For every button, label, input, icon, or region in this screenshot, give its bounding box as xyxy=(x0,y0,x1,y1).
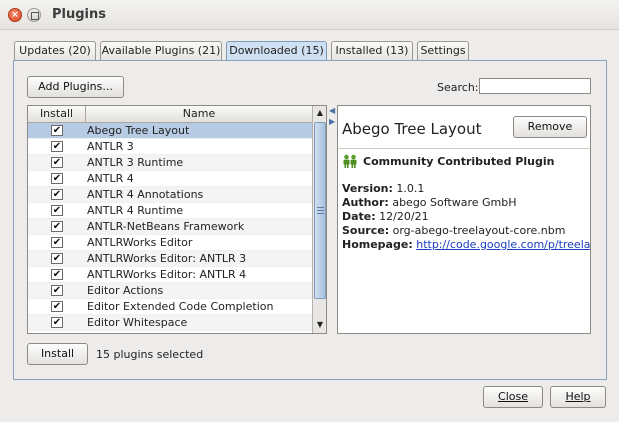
homepage-line: Homepage: http://code.google.com/p/treel… xyxy=(342,238,590,251)
window-title: Plugins xyxy=(52,7,106,22)
maximize-window-icon[interactable] xyxy=(27,8,41,22)
plugin-badge: Community Contributed Plugin xyxy=(363,155,555,168)
downloaded-panel: Add Plugins... Search: Install Name ✔ Abe… xyxy=(13,60,607,380)
install-checkbox[interactable]: ✔ xyxy=(51,141,63,152)
install-checkbox[interactable]: ✔ xyxy=(51,173,63,184)
plugin-detail-title: Abego Tree Layout xyxy=(342,120,482,138)
title-bar: × Plugins xyxy=(0,0,619,30)
add-plugins-button[interactable]: Add Plugins... xyxy=(27,76,124,98)
version-value: 1.0.1 xyxy=(396,182,425,195)
table-row[interactable]: ✔ ANTLR 4 xyxy=(28,171,312,187)
plugin-name: Editor Actions xyxy=(87,284,164,297)
plugin-name: ANTLR 3 Runtime xyxy=(87,156,184,169)
column-header-name[interactable]: Name xyxy=(86,106,312,123)
install-button[interactable]: Install xyxy=(27,343,88,365)
plugins-table: Install Name ✔ Abego Tree Layout ✔ ANTLR 3… xyxy=(27,105,327,334)
add-plugins-label: Add Plugins... xyxy=(38,80,113,93)
date-label: Date: xyxy=(342,210,376,223)
install-checkbox[interactable]: ✔ xyxy=(51,205,63,216)
install-checkbox[interactable]: ✔ xyxy=(51,253,63,264)
source-value: org-abego-treelayout-core.nbm xyxy=(392,224,566,237)
plugin-name: ANTLRWorks Editor xyxy=(87,236,193,249)
table-row[interactable]: ✔ Editor Whitespace xyxy=(28,315,312,331)
table-row[interactable]: ✔ ANTLR 4 Annotations xyxy=(28,187,312,203)
tab-updates[interactable]: Updates (20) xyxy=(14,41,96,61)
plugin-name: ANTLRWorks Editor: ANTLR 3 xyxy=(87,252,247,265)
divider xyxy=(338,148,590,149)
install-checkbox[interactable]: ✔ xyxy=(51,237,63,248)
expand-right-arrow-icon[interactable]: ▶ xyxy=(329,118,335,126)
install-checkbox[interactable]: ✔ xyxy=(51,317,63,328)
plugin-name: Editor Whitespace xyxy=(87,316,188,329)
remove-label: Remove xyxy=(527,120,573,133)
search-input[interactable] xyxy=(479,78,591,94)
table-header: Install Name xyxy=(28,106,312,123)
collapse-left-arrow-icon[interactable]: ◀ xyxy=(329,107,335,115)
scroll-down-arrow-icon[interactable]: ▼ xyxy=(313,318,326,332)
install-checkbox[interactable]: ✔ xyxy=(51,125,63,136)
plugin-name: Abego Tree Layout xyxy=(87,124,190,137)
community-plugin-icon xyxy=(343,154,357,168)
help-button[interactable]: Help xyxy=(550,386,606,408)
table-row[interactable]: ✔ ANTLR 4 Runtime xyxy=(28,203,312,219)
tab-settings[interactable]: Settings xyxy=(417,41,469,61)
split-pane-divider[interactable]: ◀ ▶ xyxy=(328,105,336,334)
author-label: Author: xyxy=(342,196,389,209)
plugin-name: ANTLR-NetBeans Framework xyxy=(87,220,245,233)
scroll-thumb[interactable] xyxy=(314,122,326,299)
plugin-name: ANTLR 4 Runtime xyxy=(87,204,184,217)
selection-status: 15 plugins selected xyxy=(96,348,204,361)
column-header-install[interactable]: Install xyxy=(28,106,86,123)
homepage-link[interactable]: http://code.google.com/p/treelayout/ xyxy=(416,238,590,251)
plugin-name: Editor Extended Code Completion xyxy=(87,300,274,313)
plugin-detail-pane: Abego Tree Layout Remove Community Contr… xyxy=(337,105,591,334)
help-label: Help xyxy=(565,390,591,403)
install-checkbox[interactable]: ✔ xyxy=(51,301,63,312)
install-checkbox[interactable]: ✔ xyxy=(51,189,63,200)
table-row[interactable]: ✔ ANTLR 3 xyxy=(28,139,312,155)
table-row[interactable]: ✔ Abego Tree Layout xyxy=(28,123,312,139)
table-rows: ✔ Abego Tree Layout ✔ ANTLR 3 ✔ ANTLR 3 Run… xyxy=(28,123,312,331)
install-checkbox[interactable]: ✔ xyxy=(51,285,63,296)
table-scrollbar[interactable]: ▲ ▼ xyxy=(312,106,326,333)
table-row[interactable]: ✔ ANTLR 3 Runtime xyxy=(28,155,312,171)
table-row[interactable]: ✔ ANTLRWorks Editor: ANTLR 4 xyxy=(28,267,312,283)
remove-button[interactable]: Remove xyxy=(513,116,587,138)
version-line: Version: 1.0.1 xyxy=(342,182,424,195)
table-row[interactable]: ✔ Editor Actions xyxy=(28,283,312,299)
plugin-name: ANTLR 3 xyxy=(87,140,134,153)
install-checkbox[interactable]: ✔ xyxy=(51,157,63,168)
version-label: Version: xyxy=(342,182,393,195)
plugin-name: ANTLRWorks Editor: ANTLR 4 xyxy=(87,268,247,281)
homepage-label: Homepage: xyxy=(342,238,413,251)
table-row[interactable]: ✔ Editor Extended Code Completion xyxy=(28,299,312,315)
tab-installed[interactable]: Installed (13) xyxy=(331,41,413,61)
source-label: Source: xyxy=(342,224,390,237)
date-value: 12/20/21 xyxy=(379,210,429,223)
source-line: Source: org-abego-treelayout-core.nbm xyxy=(342,224,565,237)
close-label: Close xyxy=(498,390,528,403)
search-label: Search: xyxy=(437,81,479,94)
plugin-name: ANTLR 4 Annotations xyxy=(87,188,204,201)
scroll-up-arrow-icon[interactable]: ▲ xyxy=(313,106,326,120)
tab-downloaded[interactable]: Downloaded (15) xyxy=(226,41,327,61)
plugin-name: ANTLR 4 xyxy=(87,172,134,185)
author-value: abego Software GmbH xyxy=(392,196,517,209)
install-checkbox[interactable]: ✔ xyxy=(51,269,63,280)
tab-available-plugins[interactable]: Available Plugins (21) xyxy=(100,41,222,61)
install-checkbox[interactable]: ✔ xyxy=(51,221,63,232)
close-window-icon[interactable]: × xyxy=(8,8,22,22)
author-line: Author: abego Software GmbH xyxy=(342,196,517,209)
table-row[interactable]: ✔ ANTLRWorks Editor: ANTLR 3 xyxy=(28,251,312,267)
date-line: Date: 12/20/21 xyxy=(342,210,429,223)
table-row[interactable]: ✔ ANTLRWorks Editor xyxy=(28,235,312,251)
close-button[interactable]: Close xyxy=(483,386,543,408)
install-label: Install xyxy=(40,347,75,360)
grip-icon xyxy=(317,207,324,214)
table-row[interactable]: ✔ ANTLR-NetBeans Framework xyxy=(28,219,312,235)
